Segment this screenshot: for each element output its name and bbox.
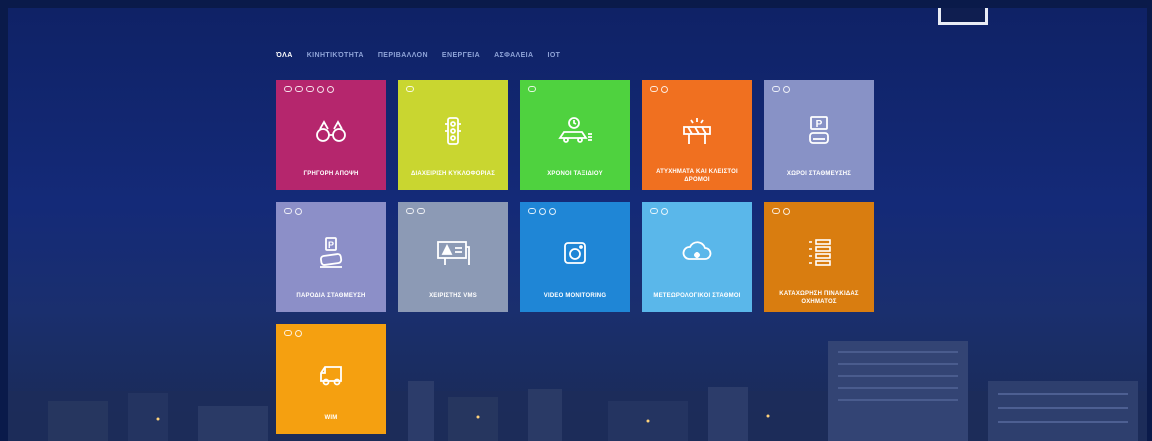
tile-category-icons [772,208,790,215]
bolt-mini-icon [306,86,314,92]
tile-category-icons [650,86,668,93]
city-skyline-background [8,341,1147,441]
tile-label: ΓΡΗΓΟΡΗ ΑΠΟΨΗ [303,171,359,177]
tile-category-icons [406,208,425,214]
vms-sign-icon [398,236,508,270]
tile-category-icons [650,208,668,215]
app-window: ΌΛΑ ΚΙΝΗΤΙΚΌΤΗΤΑ ΠΕΡΙΒΑΛΛΟΝ ΕΝΕΡΓΕΙΑ ΑΣΦ… [8,8,1147,441]
car-mini-icon [284,86,292,92]
tile-label: ΑΤΥΧΗΜΑΤΑ ΚΑΙ ΚΛΕΙΣΤΟΙ ΔΡΟΜΟΙ [656,169,738,183]
tab-energy[interactable]: ΕΝΕΡΓΕΙΑ [442,52,480,59]
truck-icon [276,358,386,392]
iot-mini-icon [549,208,556,215]
tile-category-icons [284,208,302,215]
shield-mini-icon [661,86,668,93]
tile-label: ΧΩΡΟΙ ΣΤΑΘΜΕΥΣΗΣ [786,171,852,177]
tile-label: WIM [324,415,338,421]
car-mini-icon [650,208,658,214]
car-mini-icon [406,86,414,92]
camera-icon [520,236,630,270]
weather-cloud-icon [642,236,752,270]
car-mini-icon [528,208,536,214]
svg-text:P: P [816,119,823,130]
tile-parking-spaces[interactable]: P ΧΩΡΟΙ ΣΤΑΘΜΕΥΣΗΣ [764,80,874,190]
tile-category-icons [284,86,334,93]
tile-label: ΔΙΑΧΕΙΡΙΣΗ ΚΥΚΛΟΦΟΡΙΑΣ [410,171,496,177]
category-tabs: ΌΛΑ ΚΙΝΗΤΙΚΌΤΗΤΑ ΠΕΡΙΒΑΛΛΟΝ ΕΝΕΡΓΕΙΑ ΑΣΦ… [276,52,560,59]
iot-mini-icon [327,86,334,93]
plate-list-icon [764,236,874,270]
tile-category-icons [772,86,790,93]
shield-mini-icon [317,86,324,93]
tile-license-plate-registration[interactable]: ΚΑΤΑΧΩΡΗΣΗ ΠΙΝΑΚΙΔΑΣ ΟΧΗΜΑΤΟΣ [764,202,874,312]
tab-safety[interactable]: ΑΣΦΑΛΕΙΑ [494,52,533,59]
shield-mini-icon [295,330,302,337]
car-mini-icon [284,208,292,214]
car-mini-icon [406,208,414,214]
arrow-mini-icon [417,208,425,214]
binoculars-icon [276,114,386,148]
shield-mini-icon [783,208,790,215]
tile-traffic-management[interactable]: ΔΙΑΧΕΙΡΙΣΗ ΚΥΚΛΟΦΟΡΙΑΣ [398,80,508,190]
car-mini-icon [284,330,292,336]
shield-mini-icon [539,208,546,215]
tile-travel-times[interactable]: ΧΡΟΝΟΙ ΤΑΞΙΔΙΟΥ [520,80,630,190]
street-parking-icon: P [276,236,386,270]
tile-label: ΠΑΡΟΔΙΑ ΣΤΑΘΜΕΥΣΗ [296,293,366,299]
tab-iot[interactable]: IOT [547,52,560,59]
car-mini-icon [772,86,780,92]
tile-label: ΜΕΤΕΩΡΟΛΟΓΙΚΟΙ ΣΤΑΘΜΟΙ [653,293,741,299]
iot-mini-icon [295,208,302,215]
iot-mini-icon [783,86,790,93]
roadblock-icon [642,114,752,148]
car-mini-icon [650,86,658,92]
tile-quick-view[interactable]: ΓΡΗΓΟΡΗ ΑΠΟΨΗ [276,80,386,190]
tile-label: ΧΡΟΝΟΙ ΤΑΞΙΔΙΟΥ [547,171,603,177]
car-mini-icon [772,208,780,214]
tile-category-icons [406,86,414,92]
tile-accidents-closed-roads[interactable]: ΑΤΥΧΗΜΑΤΑ ΚΑΙ ΚΛΕΙΣΤΟΙ ΔΡΟΜΟΙ [642,80,752,190]
tile-category-icons [528,86,536,92]
tile-wim[interactable]: WIM [276,324,386,434]
tab-mobility[interactable]: ΚΙΝΗΤΙΚΌΤΗΤΑ [307,52,364,59]
tile-category-icons [284,330,302,337]
tile-weather-stations[interactable]: ΜΕΤΕΩΡΟΛΟΓΙΚΟΙ ΣΤΑΘΜΟΙ [642,202,752,312]
iot-mini-icon [661,208,668,215]
parking-icon: P [764,114,874,148]
tile-label: VIDEO MONITORING [543,293,607,299]
tab-all[interactable]: ΌΛΑ [276,52,293,59]
car-mini-icon [528,86,536,92]
tile-street-parking[interactable]: P ΠΑΡΟΔΙΑ ΣΤΑΘΜΕΥΣΗ [276,202,386,312]
tile-video-monitoring[interactable]: VIDEO MONITORING [520,202,630,312]
traffic-light-icon [398,114,508,148]
svg-text:P: P [328,240,334,250]
tile-label: ΧΕΙΡΙΣΤΗΣ VMS [429,293,477,299]
car-timer-icon [520,114,630,148]
tile-category-icons [528,208,556,215]
top-corner-button[interactable] [938,8,988,25]
tile-label: ΚΑΤΑΧΩΡΗΣΗ ΠΙΝΑΚΙΔΑΣ ΟΧΗΜΑΤΟΣ [779,291,859,305]
tab-environment[interactable]: ΠΕΡΙΒΑΛΛΟΝ [378,52,428,59]
arrow-mini-icon [295,86,303,92]
tile-vms-operator[interactable]: ΧΕΙΡΙΣΤΗΣ VMS [398,202,508,312]
